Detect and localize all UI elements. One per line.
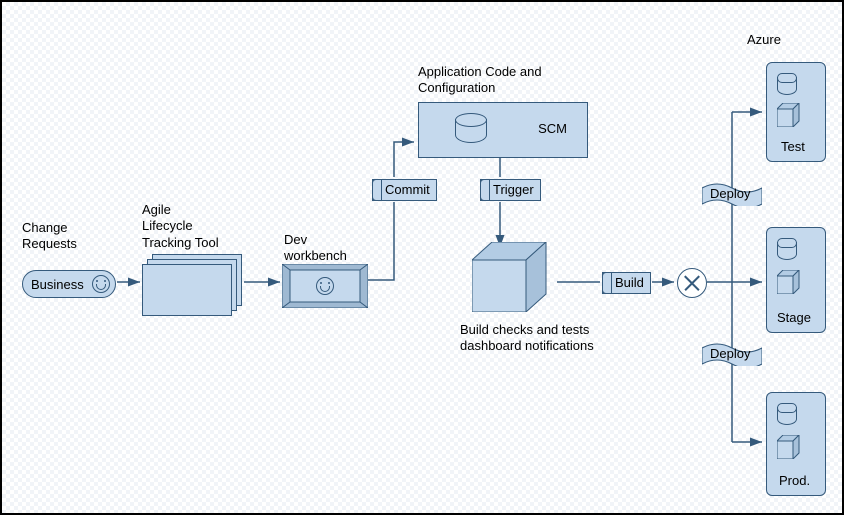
deploy-banner-top: Deploy: [702, 182, 762, 206]
business-text: Business: [31, 277, 84, 292]
change-requests-label: Change Requests: [22, 220, 77, 253]
gateway-icon: [677, 268, 707, 298]
database-icon: [777, 238, 797, 260]
scm-node: SCM: [418, 102, 588, 158]
smile-icon: [316, 277, 334, 295]
build-desc: Build checks and tests dashboard notific…: [460, 322, 594, 355]
agile-tool-node: [142, 254, 242, 316]
deploy-banner-bottom: Deploy: [702, 342, 762, 366]
build-text: Build: [615, 275, 644, 290]
build-flag: Build: [602, 272, 651, 294]
dev-workbench-node: [282, 264, 368, 308]
build-cube-node: [472, 242, 558, 312]
azure-label: Azure: [747, 32, 781, 48]
commit-flag: Commit: [372, 179, 437, 201]
cube-icon: [777, 435, 801, 459]
database-icon: [777, 73, 797, 95]
env-prod: Prod.: [766, 392, 826, 496]
env-stage: Stage: [766, 227, 826, 333]
env-stage-label: Stage: [777, 310, 811, 326]
env-test-label: Test: [781, 139, 805, 155]
cube-icon: [777, 103, 801, 127]
business-node: Business: [22, 270, 116, 298]
trigger-flag: Trigger: [480, 179, 541, 201]
deploy-bottom-text: Deploy: [710, 346, 750, 362]
app-code-label: Application Code and Configuration: [418, 64, 542, 97]
env-prod-label: Prod.: [779, 473, 810, 489]
scm-text: SCM: [538, 121, 567, 137]
trigger-text: Trigger: [493, 182, 534, 197]
database-icon: [455, 113, 487, 143]
deploy-top-text: Deploy: [710, 186, 750, 202]
cube-icon: [777, 270, 801, 294]
smile-icon: [92, 275, 110, 293]
commit-text: Commit: [385, 182, 430, 197]
dev-workbench-label: Dev workbench: [284, 232, 347, 265]
database-icon: [777, 403, 797, 425]
diagram-canvas: Azure Change Requests Business Agile Lif…: [0, 0, 844, 515]
env-test: Test: [766, 62, 826, 162]
agile-tool-label: Agile Lifecycle Tracking Tool: [142, 202, 219, 251]
